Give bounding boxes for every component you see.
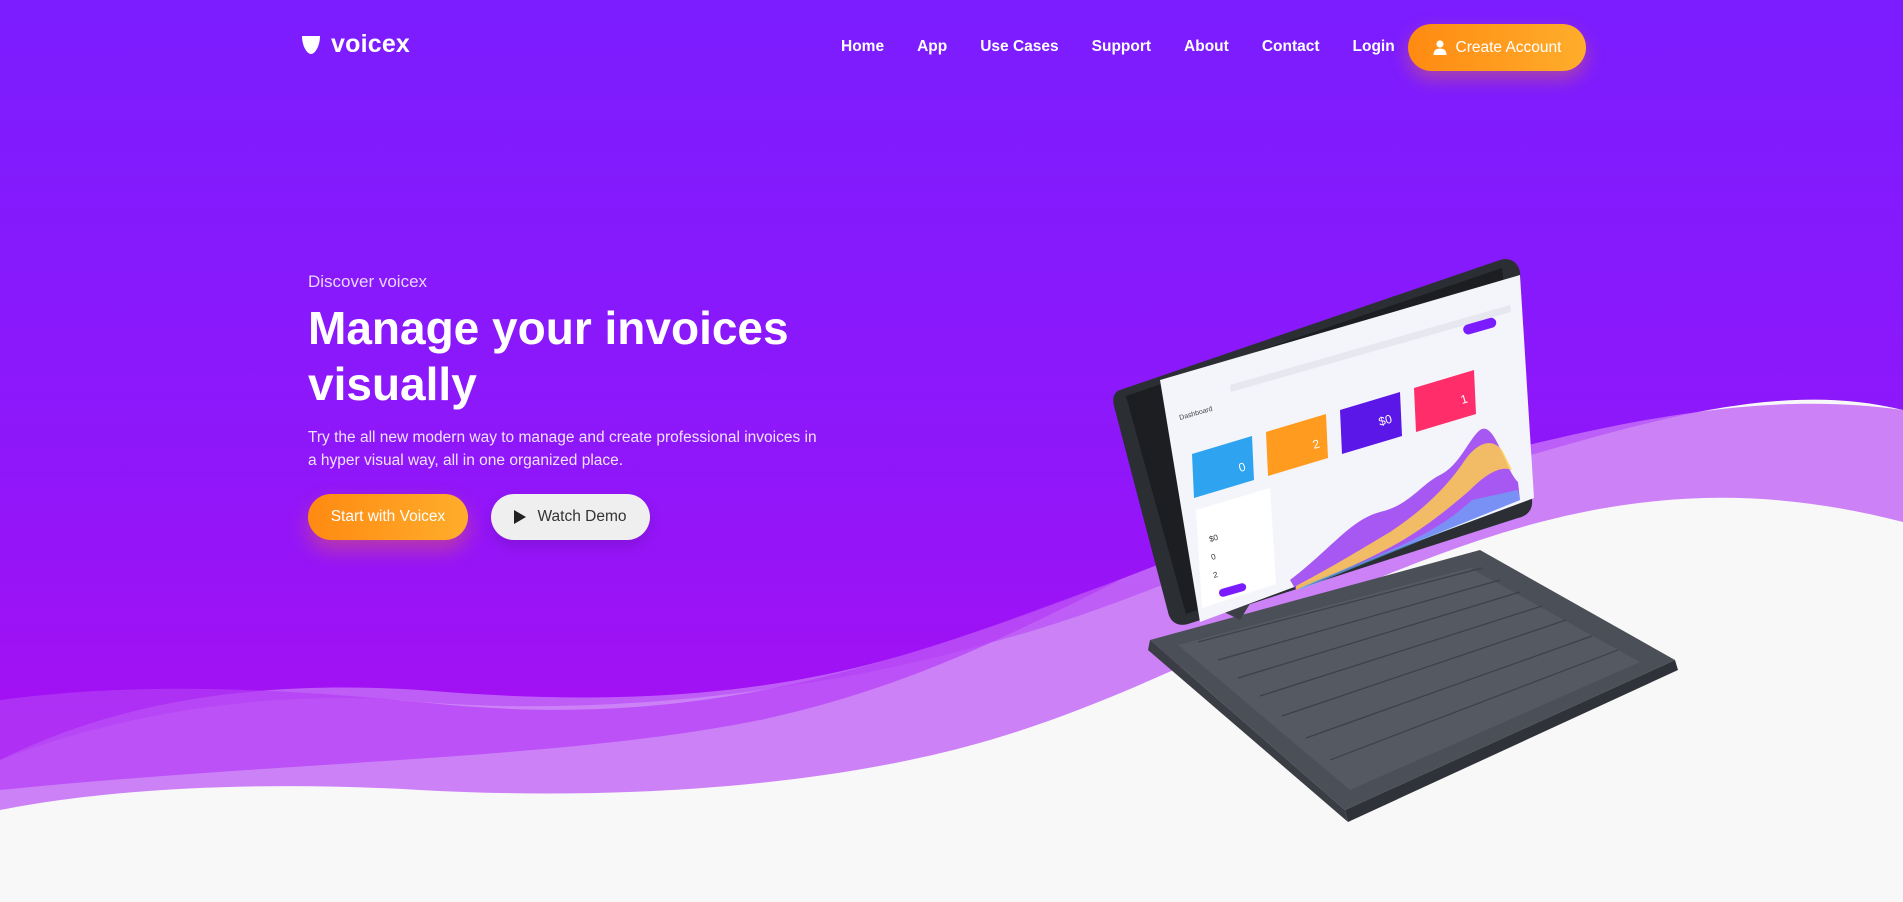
play-icon — [514, 510, 527, 524]
nav-item-use-cases[interactable]: Use Cases — [980, 38, 1058, 56]
hero-headline-line-1: Manage your invoices — [308, 302, 789, 354]
brand-name: voicex — [331, 30, 411, 58]
brand-logo[interactable]: voicex — [300, 30, 410, 59]
nav-item-contact[interactable]: Contact — [1262, 38, 1320, 56]
nav-item-about[interactable]: About — [1184, 38, 1229, 56]
hero-subtext: Try the all new modern way to manage and… — [308, 429, 817, 469]
hero-eyebrow: Discover voicex — [308, 272, 428, 291]
start-with-voicex-button[interactable]: Start with Voicex — [308, 494, 468, 540]
user-icon — [1433, 40, 1446, 55]
hero-text-block: Discover voicex Manage your invoices vis… — [308, 272, 828, 472]
watch-demo-label: Watch Demo — [537, 508, 627, 525]
nav-item-login[interactable]: Login — [1353, 38, 1395, 56]
hero-headline: Manage your invoices visually — [308, 300, 828, 412]
nav-item-support[interactable]: Support — [1092, 38, 1151, 56]
nav-item-app[interactable]: App — [917, 38, 947, 56]
create-account-button[interactable]: Create Account — [1408, 24, 1586, 71]
hero-cta-row: Start with Voicex Watch Demo — [308, 494, 650, 540]
top-navbar: voicex Home App Use Cases Support About … — [0, 0, 1903, 95]
hero-headline-line-2: visually — [308, 358, 477, 410]
create-account-label: Create Account — [1455, 38, 1562, 56]
start-button-label: Start with Voicex — [330, 508, 446, 525]
nav-item-home[interactable]: Home — [841, 38, 884, 56]
main-menu: Home App Use Cases Support About Contact… — [841, 38, 1428, 56]
tablet-keyboard-illustration: Dashboard 0 2 $0 1 $0 0 2 — [1113, 259, 1678, 822]
logo-mark-icon — [302, 35, 320, 54]
watch-demo-button[interactable]: Watch Demo — [491, 494, 650, 540]
